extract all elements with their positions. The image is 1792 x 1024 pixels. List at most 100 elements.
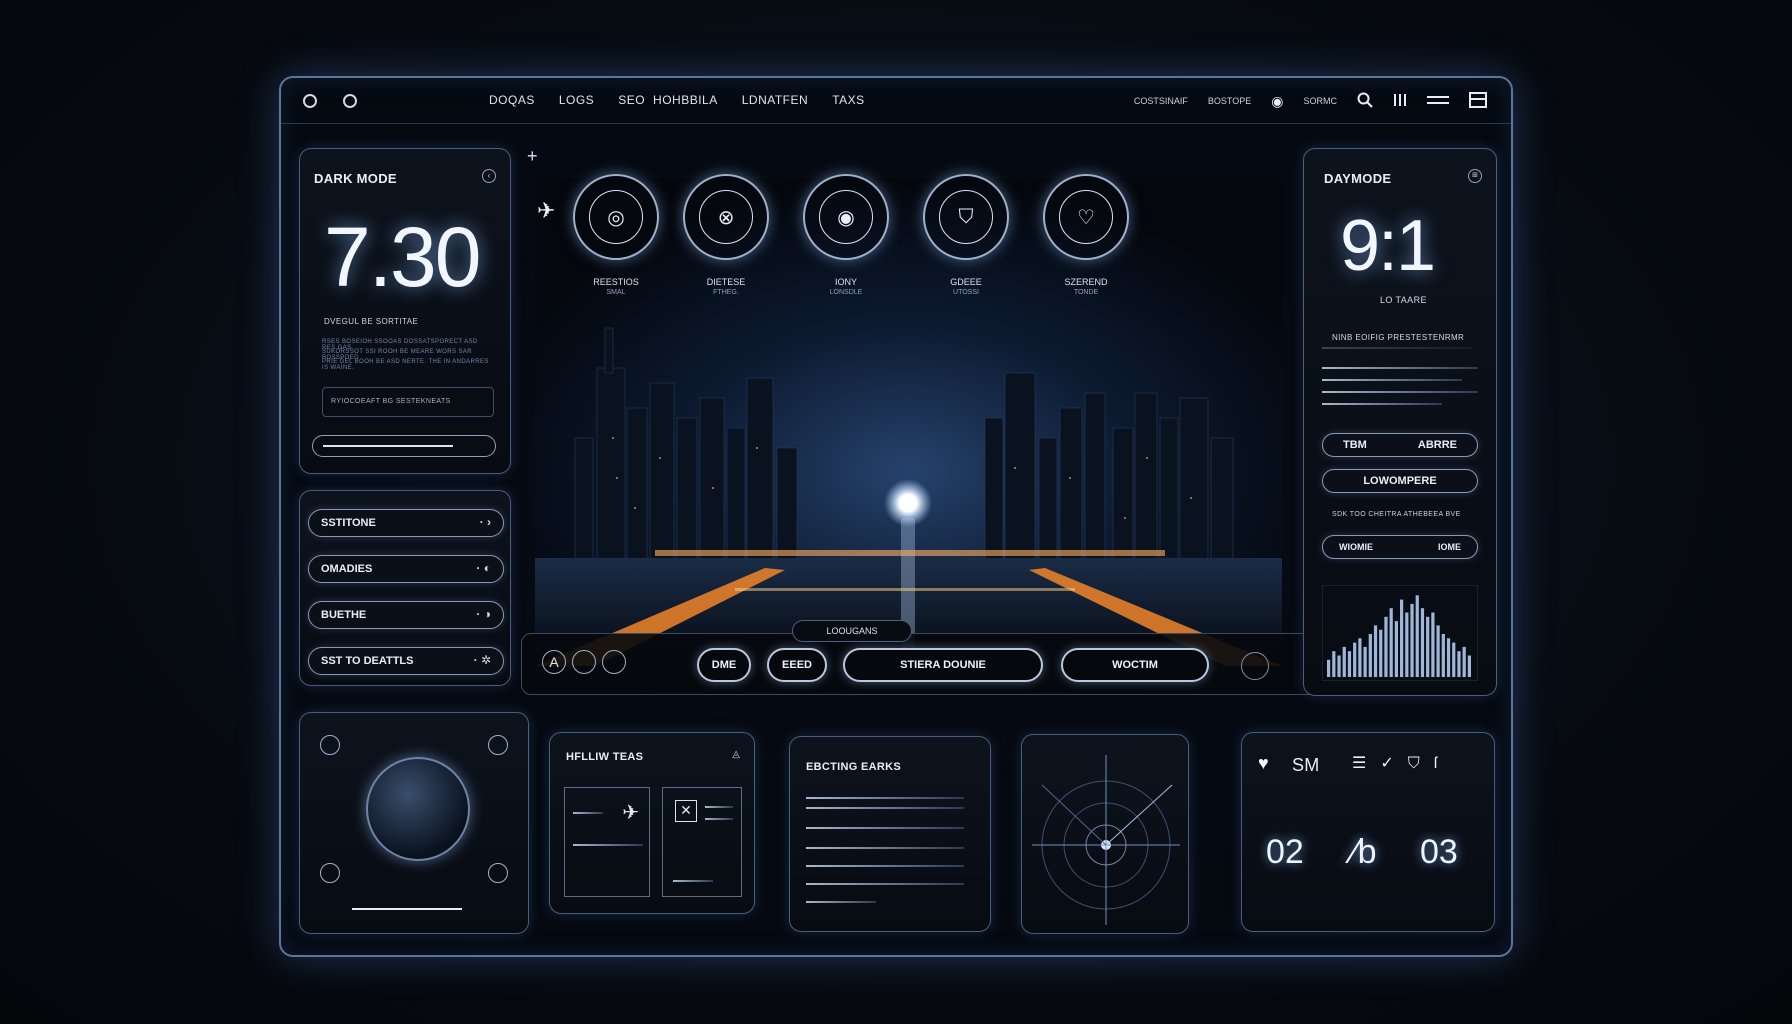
close-icon: ⊗	[699, 190, 753, 244]
flight-card[interactable]: ✈	[564, 787, 650, 897]
nav-item-hohbbila[interactable]: HOHBBILA	[653, 93, 718, 107]
shortcut-button[interactable]: SSTITONE · ›	[308, 509, 504, 537]
right-nav: COSTSINAIF BOSTOPE ◉ SORMC	[1134, 92, 1487, 110]
dial-iony[interactable]: ◉	[803, 174, 889, 260]
data-line	[1322, 379, 1462, 381]
subtitle: LO TAARE	[1380, 295, 1427, 305]
event-line	[806, 847, 964, 849]
dashboard-window: DOQAS LOGS SEO HOHBBILA LDNATFEN TAXS CO…	[279, 76, 1513, 957]
chart-bar	[1368, 634, 1372, 677]
window-button-close[interactable]	[303, 94, 317, 108]
shield-icon: ⛉	[939, 190, 993, 244]
nav-item-costsinaif[interactable]: COSTSINAIF	[1134, 96, 1188, 106]
heart-icon: ♡	[1059, 190, 1113, 244]
columns-icon[interactable]	[1393, 93, 1407, 109]
nav-item-bostope[interactable]: BOSTOPE	[1208, 96, 1251, 106]
main-nav: DOQAS LOGS SEO HOHBBILA LDNATFEN TAXS	[489, 93, 865, 107]
progress-slider[interactable]	[312, 435, 496, 457]
divider	[1322, 347, 1472, 349]
dots-icon[interactable]	[602, 650, 626, 674]
corner-knob[interactable]	[488, 735, 508, 755]
chart-bar	[1441, 634, 1445, 677]
close-icon: ✕	[675, 800, 697, 822]
globe-icon[interactable]	[366, 757, 470, 861]
toggle-tbm-abrre[interactable]: TBM ABRRE	[1322, 433, 1478, 457]
toggle-icon: · ◑	[476, 607, 491, 621]
events-panel: EBCTING EARKS	[789, 736, 991, 932]
toggle-icon: · ◐	[476, 561, 491, 575]
shortcut-label: SSTITONE	[321, 517, 376, 529]
chart-bar	[1462, 646, 1466, 677]
nav-item-sormc[interactable]: SORMC	[1304, 96, 1338, 106]
task-card[interactable]: ✕	[662, 787, 742, 897]
progress-bar	[352, 908, 462, 910]
body-line: PRIE GEL BOOH BE ASD NERTE. THE IN ANDAR…	[322, 359, 489, 371]
data-line	[1322, 391, 1478, 393]
chart-bar	[1452, 642, 1456, 677]
corner-knob[interactable]	[320, 863, 340, 883]
slider-fill	[323, 445, 453, 447]
corner-knob[interactable]	[320, 735, 340, 755]
chart-bar	[1415, 595, 1419, 677]
collapse-icon[interactable]: ‹	[482, 169, 496, 183]
dial-szerend[interactable]: ♡	[1043, 174, 1129, 260]
panel-title: SM	[1292, 755, 1320, 775]
window-button-minimize[interactable]	[343, 94, 357, 108]
settings-icon[interactable]: ◬	[732, 749, 740, 760]
target-icon: ◉	[819, 190, 873, 244]
chart-bar	[1358, 638, 1362, 677]
chart-bar	[1379, 629, 1383, 677]
nav-item-taxs[interactable]: TAXS	[832, 93, 864, 107]
toolbar-tab[interactable]: LOOUGANS	[792, 620, 912, 642]
tool-icons[interactable]: ☰✓⛉ſ	[1352, 753, 1451, 773]
counter-right: 03	[1420, 833, 1458, 871]
plus-icon[interactable]: +	[527, 146, 538, 167]
clock-icon[interactable]: ◉	[1271, 94, 1283, 108]
corner-knob[interactable]	[488, 863, 508, 883]
radar-icon[interactable]	[1022, 735, 1190, 935]
info-field[interactable]: RYIOCOEAFT BG SESTEKNEATS	[322, 387, 494, 417]
event-line	[806, 797, 964, 799]
shortcut-button[interactable]: OMADIES · ◐	[308, 555, 504, 583]
search-icon[interactable]	[1357, 92, 1373, 110]
heart-icon[interactable]: ♥	[1258, 753, 1269, 774]
shortcut-button[interactable]: BUETHE · ◑	[308, 601, 504, 629]
toolbar-button[interactable]: STIERA DOUNIE	[843, 648, 1043, 682]
dial-label: SZEREND	[1064, 277, 1108, 287]
font-icon[interactable]: A	[542, 650, 566, 674]
menu-icon[interactable]	[1427, 93, 1449, 109]
toolbar-round-button[interactable]	[1241, 652, 1269, 680]
counter-middle: ⁄b	[1352, 833, 1377, 871]
shortcut-button[interactable]: SST TO DEATTLS · ✲	[308, 647, 504, 675]
city-skyline-image	[535, 178, 1282, 666]
toolbar-button[interactable]: DME	[697, 648, 751, 682]
toolbar-button[interactable]: WOCTIM	[1061, 648, 1209, 682]
circle-icon[interactable]	[572, 650, 596, 674]
toggle-left-label: WIOMIE	[1339, 542, 1373, 552]
nav-item-doqas[interactable]: DOQAS	[489, 93, 535, 107]
layout-icon[interactable]	[1469, 92, 1487, 110]
dial-gdeee[interactable]: ⛉	[923, 174, 1009, 260]
chart-bar	[1363, 646, 1367, 677]
nav-item-logs[interactable]: LOGS	[559, 93, 594, 107]
nav-item-ldnatfen[interactable]: LDNATFEN	[742, 93, 808, 107]
panel-title: DAYMODE	[1324, 171, 1392, 186]
dark-mode-panel: DARK MODE ‹ 7.30 DVEGUL BE SORTITAE RSES…	[299, 148, 511, 474]
dial-dietese[interactable]: ⊗	[683, 174, 769, 260]
chart-bar	[1431, 612, 1435, 677]
nav-item-seo[interactable]: SEO	[618, 93, 645, 107]
event-line	[806, 827, 964, 829]
shortcut-label: SST TO DEATTLS	[321, 655, 414, 667]
lowompere-button[interactable]: LOWOMPERE	[1322, 469, 1478, 493]
mode-toggle[interactable]: WIOMIE IOME	[1322, 535, 1478, 559]
chart-bar	[1384, 616, 1388, 677]
options-icon[interactable]: ⊞	[1468, 169, 1482, 183]
dial-reestios[interactable]: ◎	[573, 174, 659, 260]
chart-bar	[1467, 655, 1471, 677]
top-bar: DOQAS LOGS SEO HOHBBILA LDNATFEN TAXS CO…	[281, 78, 1511, 124]
dial-sublabel: SMAL	[606, 289, 626, 296]
subtitle: DVEGUL BE SORTITAE	[324, 317, 419, 326]
toolbar-button[interactable]: EEED	[767, 648, 827, 682]
panel-title: HFLLIW TEAS	[566, 751, 644, 763]
panel-title: DARK MODE	[314, 171, 397, 186]
